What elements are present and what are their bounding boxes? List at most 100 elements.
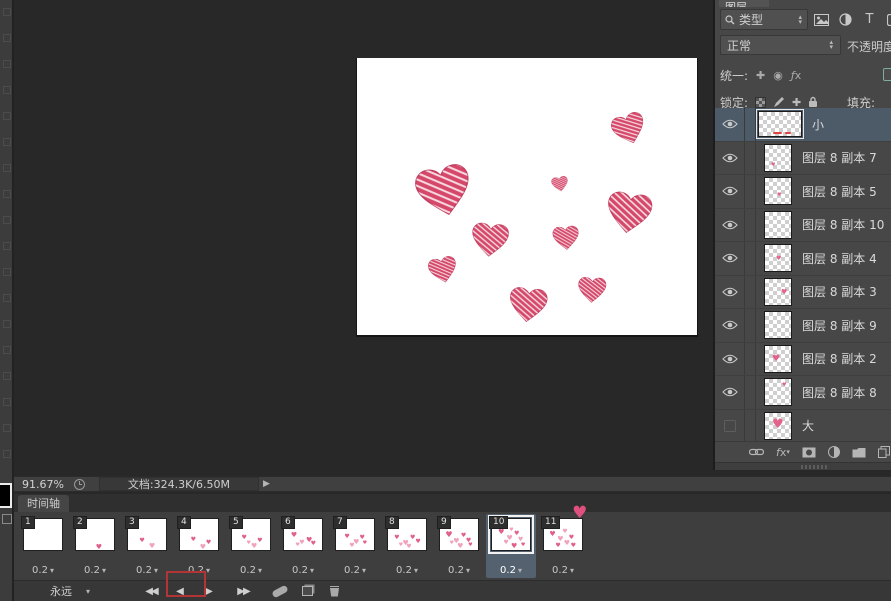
document-size-field[interactable]: 文档:324.3K/6.50M [99,477,259,491]
frame-duration-select[interactable]: 0.2▾ [382,565,432,576]
frame-duration-select[interactable]: 0.2▾ [226,565,276,576]
lock-all-icon[interactable] [808,96,818,108]
layer-visibility-toggle[interactable] [715,410,745,443]
frame-duration-select[interactable]: 0.2▾ [278,565,328,576]
frame-duration-select[interactable]: 0.2▾ [70,565,120,576]
new-layer-icon[interactable] [878,446,890,458]
layer-visibility-toggle[interactable] [715,175,745,208]
unify-position-icon[interactable]: ✚ [756,69,765,82]
tool-icon[interactable] [3,372,11,380]
layer-name[interactable]: 图层 8 副本 9 [802,317,877,334]
frame-duration-select[interactable]: 0.2▾ [122,565,172,576]
foreground-color-swatch[interactable] [0,483,12,508]
layer-visibility-toggle[interactable] [715,343,745,376]
layer-row[interactable]: ♥ 图层 8 副本 5 [715,175,891,209]
delete-frame-button[interactable] [329,586,340,597]
tool-icon[interactable] [3,242,11,250]
layer-name[interactable]: 图层 8 副本 2 [802,350,877,367]
tool-icon[interactable] [3,112,11,120]
shape-filter-icon[interactable] [885,12,891,27]
animation-frame[interactable]: 5 ♥♥♥♥ 0.2▾ [226,514,276,578]
timeline-tab[interactable]: 时间轴 [18,495,69,512]
animation-frame[interactable]: 2 ♥ 0.2▾ [70,514,120,578]
first-frame-button[interactable]: ◀◀ [138,586,164,597]
animation-frame[interactable]: 8 ♥♥♥♥♥♥ 0.2▾ [382,514,432,578]
layer-name[interactable]: 大 [802,417,814,434]
lock-transparency-icon[interactable] [755,97,766,108]
tool-icon[interactable] [3,346,11,354]
tool-icon[interactable] [3,86,11,94]
animation-frame[interactable]: 7 ♥♥♥♥♥ 0.2▾ [330,514,380,578]
link-layers-icon[interactable] [749,448,764,456]
propagate-checkbox[interactable] [883,68,891,81]
layers-panel-tab[interactable]: 图层 [719,0,769,7]
document-canvas[interactable] [357,58,697,335]
layer-thumbnail[interactable]: ♥ [764,345,792,373]
frame-duration-select[interactable]: 0.2▾ [330,565,380,576]
layer-thumbnail[interactable]: ♥ [764,144,792,172]
layer-thumbnail[interactable] [758,111,802,137]
layer-name[interactable]: 图层 8 副本 8 [802,384,877,401]
tool-icon[interactable] [3,424,11,432]
layer-row[interactable]: ♥ 图层 8 副本 8 [715,376,891,410]
tool-icon[interactable] [3,216,11,224]
layer-visibility-toggle[interactable] [715,108,745,141]
layer-visibility-toggle[interactable] [715,309,745,342]
adjustment-layer-icon[interactable] [828,446,840,458]
animation-frame[interactable]: 10 ♥♥♥♥♥♥♥♥ 0.2▾ [486,514,536,578]
tool-icon[interactable] [3,294,11,302]
layer-visibility-toggle[interactable] [715,142,745,175]
status-flyout-arrow[interactable]: ▶ [263,479,270,489]
animation-frame[interactable]: 4 ♥♥♥ 0.2▾ [174,514,224,578]
play-button[interactable]: ▶ [198,586,218,597]
type-filter-icon[interactable]: T [861,12,878,27]
layer-name[interactable]: 图层 8 副本 5 [802,183,877,200]
tween-button[interactable] [271,584,288,598]
tool-icon[interactable] [3,320,11,328]
tool-icon[interactable] [3,60,11,68]
adjustment-filter-icon[interactable] [837,12,854,27]
animation-frame[interactable]: 1 0.2▾ [18,514,68,578]
frame-duration-select[interactable]: 0.2▾ [434,565,484,576]
loop-count-select[interactable]: 永远▾ [50,583,116,599]
animation-frame[interactable]: 9 ♥♥♥♥♥♥♥ 0.2▾ [434,514,484,578]
tool-icon[interactable] [3,138,11,146]
layer-visibility-toggle[interactable] [715,209,745,242]
layer-style-icon[interactable]: fx▾ [776,446,790,459]
layer-row[interactable]: ♥ 图层 8 副本 2 [715,343,891,377]
layer-thumbnail[interactable]: ♥ [764,278,792,306]
layer-visibility-toggle[interactable] [715,242,745,275]
tool-icon[interactable] [3,268,11,276]
layer-thumbnail[interactable] [764,311,792,339]
layer-thumbnail[interactable]: ♥ [764,244,792,272]
layer-row[interactable]: ♥ 大 [715,410,891,444]
unify-style-icon[interactable]: ƒx [791,69,801,82]
frame-duration-select[interactable]: 0.2▾ [486,565,536,576]
layer-thumbnail[interactable]: ♥ [764,412,792,440]
layer-group-icon[interactable] [852,447,866,458]
background-color-swatch[interactable] [2,514,12,524]
layer-row[interactable]: ♥ 图层 8 副本 3 [715,276,891,310]
tool-icon[interactable] [3,190,11,198]
animation-frame[interactable]: 6 ♥♥♥♥♥ 0.2▾ [278,514,328,578]
lock-position-icon[interactable]: ✚ [792,96,801,109]
layer-mask-icon[interactable] [802,447,816,458]
layer-row[interactable]: ♥ 图层 8 副本 4 [715,242,891,276]
layer-name[interactable]: 图层 8 副本 7 [802,149,877,166]
pixel-filter-icon[interactable] [813,12,830,27]
layer-visibility-toggle[interactable] [715,276,745,309]
layer-row[interactable]: 图层 8 副本 9 [715,309,891,343]
tool-icon[interactable] [3,450,11,458]
panel-resize-grip[interactable] [715,462,891,470]
animation-frame[interactable]: 3 ♥♥ 0.2▾ [122,514,172,578]
zoom-level[interactable]: 91.67% [22,478,64,491]
blend-mode-select[interactable]: 正常 ▴▾ [720,35,841,55]
frame-duration-select[interactable]: 0.2▾ [174,565,224,576]
tool-icon[interactable] [3,398,11,406]
tool-icon[interactable] [3,34,11,42]
prev-frame-button[interactable]: ◀ [170,586,188,597]
layer-thumbnail[interactable]: ♥ [764,378,792,406]
layer-filter-type-select[interactable]: 类型 ▴▾ [720,9,808,30]
layer-name[interactable]: 图层 8 副本 4 [802,250,877,267]
frame-duration-select[interactable]: 0.2▾ [538,565,588,576]
